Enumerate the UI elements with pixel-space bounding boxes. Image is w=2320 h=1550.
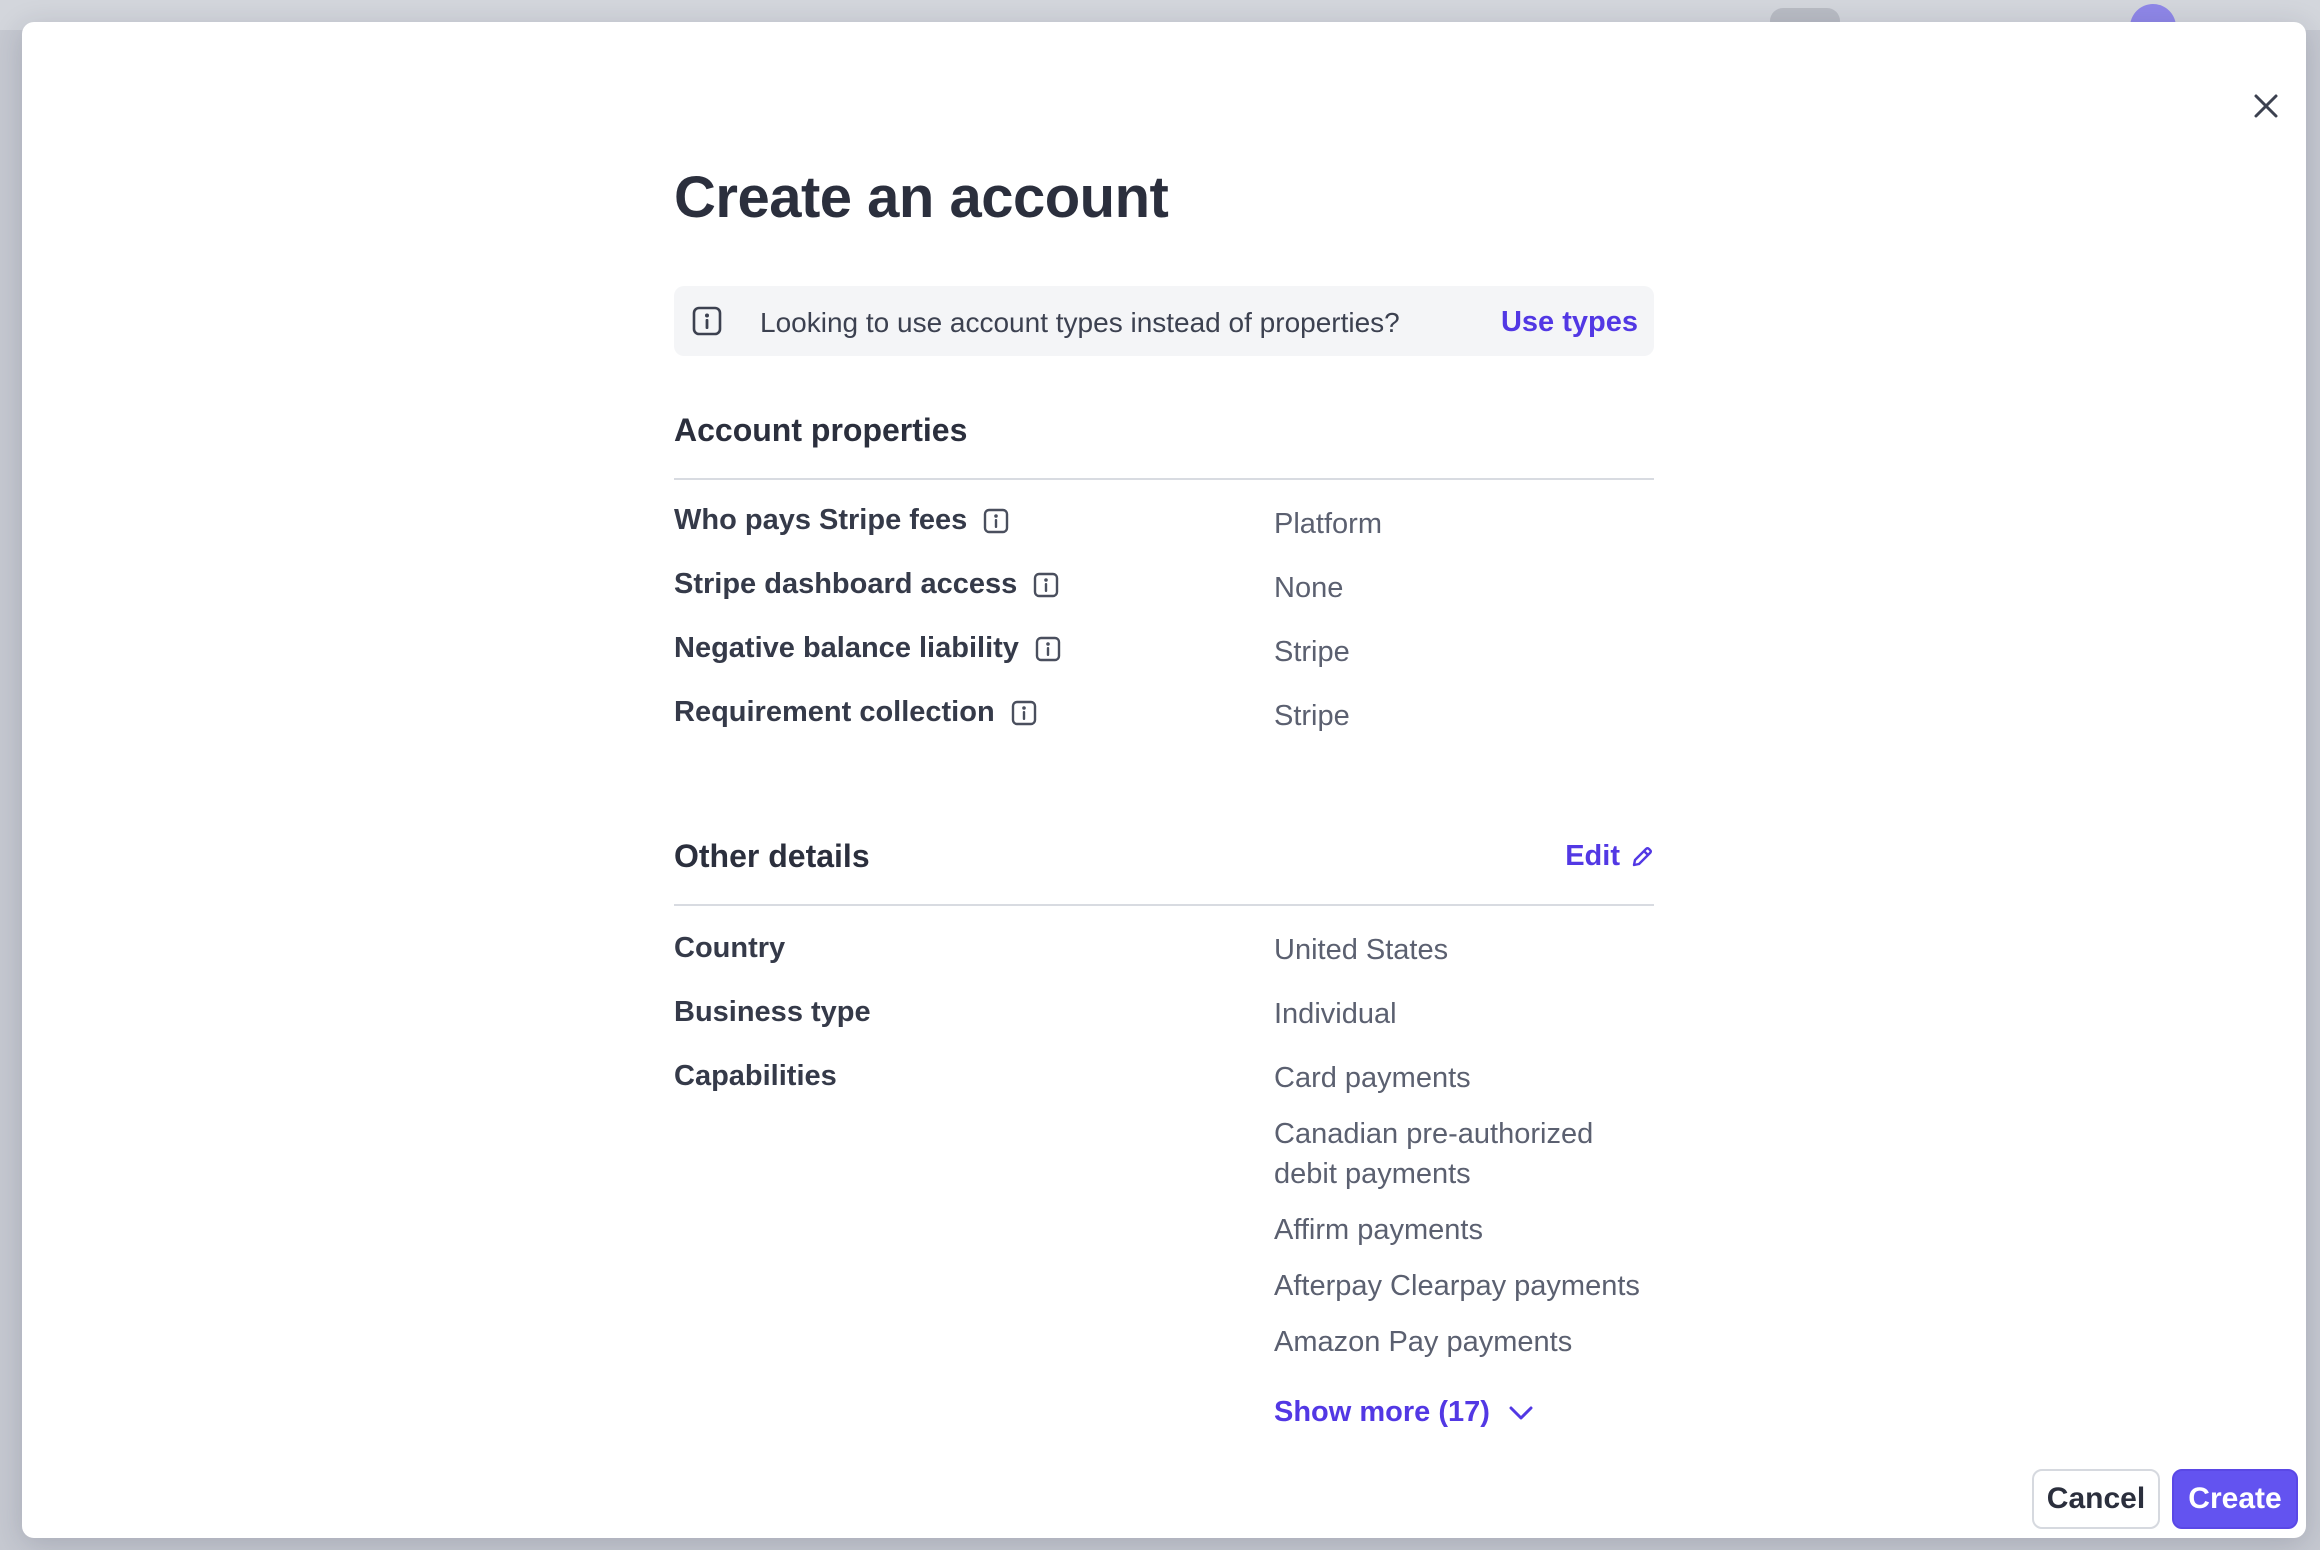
property-label-negative-balance: Negative balance liability [674, 632, 1061, 665]
chevron-down-icon [1509, 1406, 1533, 1419]
pencil-icon [1632, 846, 1652, 866]
country-label: Country [674, 932, 786, 964]
property-label-dashboard-access: Stripe dashboard access [674, 568, 1059, 601]
close-button[interactable] [2244, 84, 2288, 128]
row-label-text: Negative balance liability [674, 632, 1019, 664]
property-label-who-pays-fees: Who pays Stripe fees [674, 504, 1009, 537]
use-types-link[interactable]: Use types [1501, 306, 1638, 339]
row-label-text: Requirement collection [674, 696, 995, 728]
capability-item: Afterpay Clearpay payments [1274, 1270, 1640, 1302]
close-icon [2254, 94, 2278, 118]
row-label-text: Who pays Stripe fees [674, 504, 968, 536]
capabilities-label: Capabilities [674, 1060, 837, 1092]
business-type-label: Business type [674, 996, 871, 1028]
account-properties-heading: Account properties [674, 412, 968, 448]
info-icon[interactable] [1035, 636, 1061, 662]
edit-button[interactable]: Edit [1565, 840, 1654, 873]
property-value-negative-balance: Stripe [1274, 636, 1350, 668]
info-icon[interactable] [1011, 700, 1037, 726]
property-value-who-pays-fees: Platform [1274, 508, 1382, 540]
cancel-button[interactable]: Cancel [2032, 1469, 2160, 1529]
business-type-value: Individual [1274, 998, 1397, 1030]
capability-item: Canadian pre-authorized [1274, 1118, 1594, 1150]
property-value-dashboard-access: None [1274, 572, 1344, 604]
property-value-requirement-collection: Stripe [1274, 700, 1350, 732]
divider [674, 478, 1654, 480]
country-value: United States [1274, 934, 1449, 966]
other-details-heading: Other details [674, 838, 870, 874]
page-title: Create an account [674, 165, 1169, 230]
capability-item: Amazon Pay payments [1274, 1326, 1573, 1358]
capability-item: Card payments [1274, 1062, 1471, 1094]
banner-text: Looking to use account types instead of … [760, 307, 1400, 338]
show-more-button[interactable]: Show more (17) [1274, 1396, 1534, 1429]
row-label-text: Stripe dashboard access [674, 568, 1018, 600]
capability-item-continuation: debit payments [1274, 1158, 1471, 1190]
edit-label: Edit [1565, 840, 1620, 872]
divider [674, 904, 1654, 906]
property-label-requirement-collection: Requirement collection [674, 696, 1037, 729]
capability-item: Affirm payments [1274, 1214, 1483, 1246]
info-icon[interactable] [983, 508, 1009, 534]
show-more-label: Show more (17) [1274, 1396, 1490, 1428]
info-icon [692, 306, 722, 336]
create-account-modal: Create an account Looking to use account… [22, 22, 2306, 1538]
create-button[interactable]: Create [2172, 1469, 2298, 1529]
info-icon[interactable] [1033, 572, 1059, 598]
account-types-banner: Looking to use account types instead of … [674, 286, 1654, 356]
